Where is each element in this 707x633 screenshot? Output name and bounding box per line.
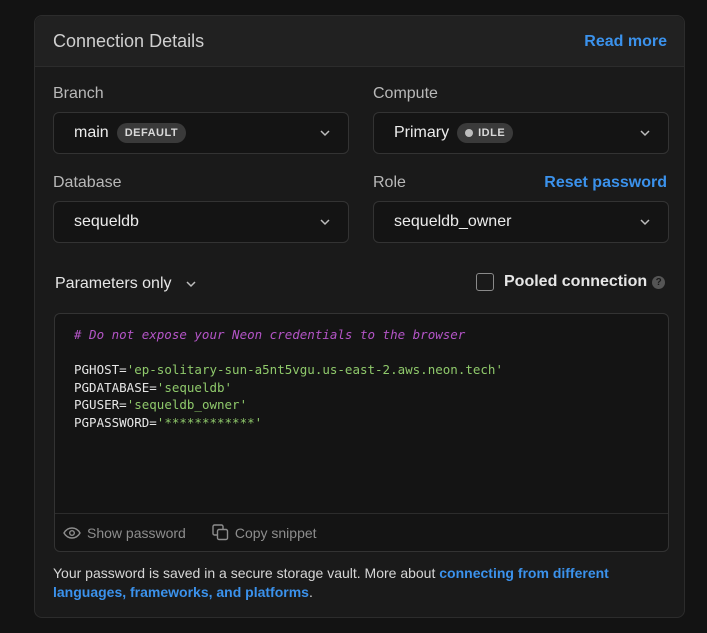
eye-icon	[63, 526, 81, 539]
compute-select[interactable]: Primary IDLE	[373, 112, 669, 154]
code-comment: # Do not expose your Neon credentials to…	[74, 327, 466, 342]
connection-format-dropdown[interactable]: Parameters only	[55, 275, 198, 293]
role-label: Role	[373, 174, 406, 191]
note-text: Your password is saved in a secure stora…	[53, 565, 440, 581]
copy-snippet-button[interactable]: Copy snippet	[212, 524, 317, 541]
role-select[interactable]: sequeldb_owner	[373, 201, 669, 243]
database-value: sequeldb	[74, 213, 139, 230]
chevron-down-icon	[185, 281, 196, 288]
code-snippet: # Do not expose your Neon credentials to…	[54, 313, 669, 552]
show-password-button[interactable]: Show password	[63, 525, 186, 541]
compute-value: Primary	[394, 124, 450, 141]
default-badge-text: DEFAULT	[124, 127, 179, 139]
note-end: .	[308, 584, 313, 600]
code-line: PGDATABASE='sequeldb'	[74, 379, 233, 395]
code-footer: Show password Copy snippet	[55, 513, 668, 551]
compute-label: Compute	[373, 85, 438, 102]
branch-value: main	[74, 124, 109, 141]
copy-icon	[212, 524, 229, 541]
password-note: Your password is saved in a secure stora…	[53, 564, 653, 602]
code-line: PGUSER='sequeldb_owner'	[74, 397, 248, 412]
idle-badge-text: IDLE	[478, 127, 506, 139]
code-content: # Do not expose your Neon credentials to…	[74, 326, 503, 431]
reset-password-link[interactable]: Reset password	[544, 174, 667, 192]
role-value: sequeldb_owner	[394, 213, 512, 230]
help-icon[interactable]: ?	[652, 275, 666, 289]
database-select[interactable]: sequeldb	[53, 201, 349, 243]
connection-format-value: Parameters only	[55, 275, 172, 292]
show-password-label: Show password	[87, 524, 186, 541]
database-label: Database	[53, 174, 122, 191]
code-line: PGHOST='ep-solitary-sun-a5nt5vgu.us-east…	[74, 362, 503, 377]
status-dot-icon	[465, 129, 474, 137]
chevron-down-icon	[640, 219, 650, 226]
chevron-down-icon	[320, 130, 330, 137]
chevron-down-icon	[640, 130, 650, 137]
connection-details-panel: Connection Details Read more Branch main…	[34, 15, 685, 618]
branch-select[interactable]: main DEFAULT	[53, 112, 349, 154]
copy-snippet-label: Copy snippet	[234, 524, 317, 541]
default-badge: DEFAULT	[116, 123, 187, 143]
pooled-connection-toggle: Pooled connection ?	[476, 273, 666, 291]
chevron-down-icon	[320, 219, 330, 226]
read-more-link[interactable]: Read more	[584, 33, 667, 51]
idle-badge: IDLE	[457, 123, 514, 143]
pooled-connection-label: Pooled connection	[504, 273, 648, 290]
pooled-connection-checkbox[interactable]	[476, 273, 494, 291]
panel-title: Connection Details	[53, 31, 205, 51]
code-line: PGPASSWORD='************'	[74, 414, 263, 430]
panel-header: Connection Details Read more	[35, 16, 684, 67]
branch-label: Branch	[53, 85, 104, 102]
